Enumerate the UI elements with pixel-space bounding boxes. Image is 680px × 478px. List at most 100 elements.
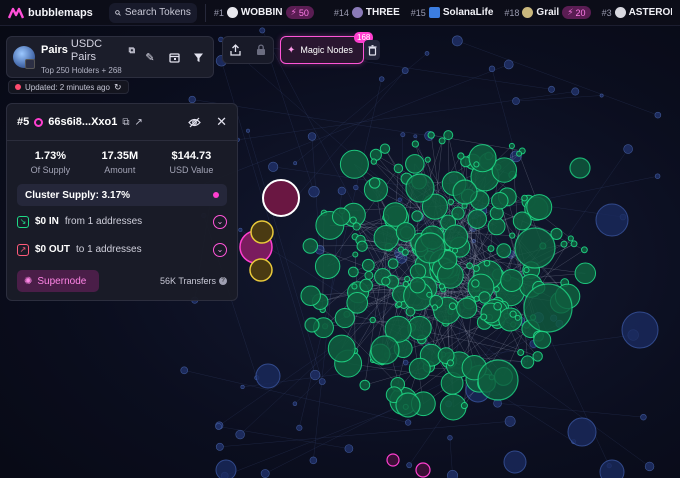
holder-bubble[interactable] [472,264,480,272]
holder-bubble[interactable] [260,469,270,478]
cluster-bubble[interactable] [250,220,274,244]
ticker-item[interactable]: #14 THREE [334,7,400,18]
holder-bubble[interactable] [580,246,588,254]
holder-bubble[interactable] [364,270,374,280]
holder-bubble[interactable] [339,149,369,179]
holder-bubble[interactable] [514,314,521,321]
holder-bubble[interactable] [447,469,459,478]
copy-icon[interactable]: ⧉ [129,44,135,57]
ticker-item[interactable]: #1 WOBBIN ⚡ 50 [214,6,314,19]
cluster-bubble[interactable] [249,258,273,282]
holder-bubble[interactable] [255,363,281,389]
holder-bubble[interactable] [411,140,419,148]
holder-bubble[interactable] [512,97,520,105]
holder-bubble[interactable] [560,240,568,248]
holder-bubble[interactable] [431,304,439,311]
holder-bubble[interactable] [488,65,496,73]
holder-bubble[interactable] [406,462,413,469]
holder-bubble[interactable] [387,258,399,269]
holder-bubble[interactable] [477,359,519,401]
holder-bubble[interactable] [654,111,662,119]
holder-bubble[interactable] [413,134,418,139]
holder-bubble[interactable] [599,93,604,98]
holder-bubble[interactable] [180,366,188,375]
outflow-row[interactable]: ↗ $0 OUT to 1 addresses ⌄ [7,237,237,262]
copy-icon[interactable]: ⧉ [122,117,129,128]
holder-bubble[interactable] [414,232,446,264]
expand-outflow-chevron-icon[interactable]: ⌄ [213,242,227,257]
holder-bubble[interactable] [352,251,359,258]
holder-bubble[interactable] [466,262,473,270]
holder-bubble[interactable] [400,132,406,138]
holder-bubble[interactable] [526,194,553,221]
holder-bubble[interactable] [571,87,580,96]
holder-bubble[interactable] [310,369,321,381]
holder-bubble[interactable] [405,419,412,426]
ticker-item[interactable]: #18 Grail ⚡ 20 [504,6,591,19]
holder-bubble[interactable] [378,76,385,82]
holder-bubble[interactable] [318,378,326,385]
holder-bubble[interactable] [402,280,410,288]
holder-bubble[interactable] [500,268,524,292]
holder-bubble[interactable] [302,238,319,254]
holder-bubble[interactable] [308,186,320,198]
inflow-row[interactable]: ↘ $0 IN from 1 addresses ⌄ [7,209,237,234]
holder-bubble[interactable] [438,283,446,290]
selected-bubble[interactable] [262,179,300,217]
holder-bubble[interactable] [521,194,528,202]
holder-bubble[interactable] [259,27,266,34]
magic-nodes-button[interactable]: ✦ Magic Nodes [280,36,364,64]
holder-bubble[interactable] [567,417,597,447]
holder-bubble[interactable] [396,301,403,308]
holder-bubble[interactable] [386,453,400,467]
holder-bubble[interactable] [415,462,431,478]
holder-bubble[interactable] [188,95,196,104]
holder-bubble[interactable] [504,415,516,427]
holder-bubble[interactable] [351,283,358,290]
holder-bubble[interactable] [424,51,430,56]
holder-bubble[interactable] [514,227,556,269]
holder-bubble[interactable] [411,210,423,222]
holder-bubble[interactable] [493,301,502,311]
holder-bubble[interactable] [512,211,532,231]
cluster-supply-bar[interactable]: Cluster Supply: 3.17% [17,184,227,206]
holder-bubble[interactable] [451,206,465,220]
holder-bubble[interactable] [623,144,633,154]
holder-bubble[interactable] [240,384,245,389]
holder-bubble[interactable] [523,283,573,333]
holder-bubble[interactable] [520,355,535,369]
help-icon[interactable]: ? [219,277,227,285]
holder-bubble[interactable] [300,285,321,307]
holder-bubble[interactable] [460,402,468,410]
holder-bubble[interactable] [467,209,487,229]
holder-bubble[interactable] [480,313,488,321]
holder-bubble[interactable] [408,357,431,380]
holder-bubble[interactable] [347,266,359,278]
holder-bubble[interactable] [491,192,509,210]
holder-bubble[interactable] [457,152,465,160]
holder-bubble[interactable] [478,291,491,304]
holder-bubble[interactable] [379,143,391,154]
holder-bubble[interactable] [296,424,303,431]
holder-bubble[interactable] [292,401,298,406]
ticker-item[interactable]: #15 SolanaLife [411,7,493,18]
holder-bubble[interactable] [215,459,237,478]
holder-bubble[interactable] [621,311,659,349]
holder-bubble[interactable] [370,158,378,165]
close-icon[interactable]: ✕ [216,114,227,130]
holder-bubble[interactable] [404,275,411,283]
holder-bubble[interactable] [401,67,409,74]
holder-bubble[interactable] [424,156,431,163]
holder-bubble[interactable] [352,222,361,231]
holder-bubble[interactable] [327,334,356,363]
clear-magic-nodes-button[interactable] [364,40,380,60]
holder-bubble[interactable] [473,161,480,168]
lock-icon[interactable] [256,44,266,56]
holder-bubble[interactable] [401,248,409,256]
holder-bubble[interactable] [409,277,426,294]
holder-bubble[interactable] [443,130,454,141]
holder-bubble[interactable] [426,291,433,298]
holder-bubble[interactable] [304,317,320,333]
holder-bubble[interactable] [369,316,376,324]
holder-bubble[interactable] [349,216,357,224]
